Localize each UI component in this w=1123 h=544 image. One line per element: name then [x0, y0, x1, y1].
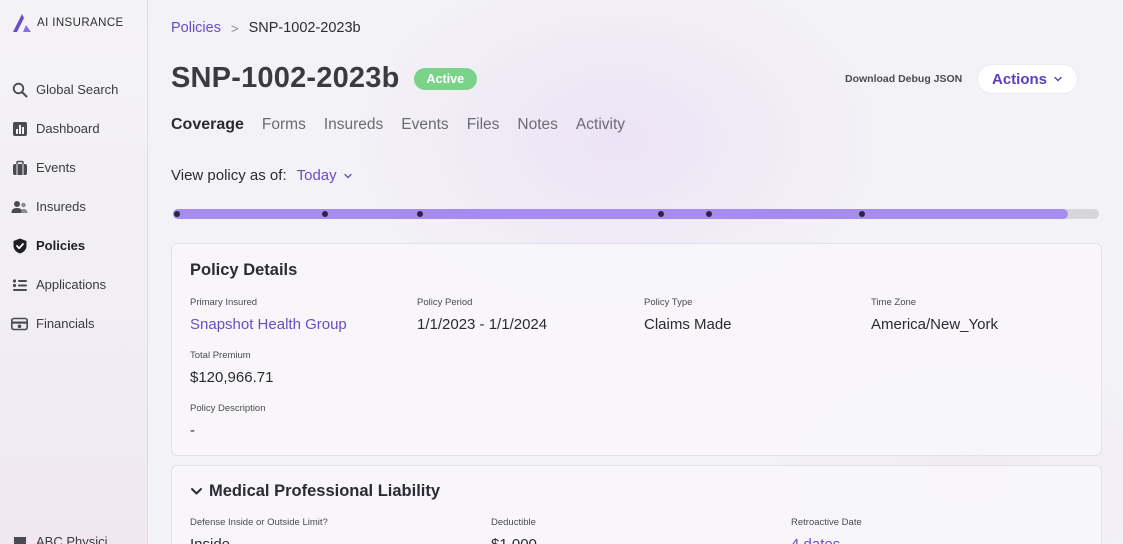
tab-notes[interactable]: Notes — [517, 116, 558, 134]
sidebar: AI INSURANCE Global Search Dashboard Eve… — [0, 0, 148, 544]
sidebar-item-policies[interactable]: Policies — [0, 226, 148, 265]
actions-button[interactable]: Actions — [977, 64, 1078, 94]
policy-description-field: Policy Description - — [190, 403, 266, 439]
field-label: Retroactive Date — [791, 517, 862, 528]
sidebar-item-label: Applications — [36, 277, 107, 292]
mpl-title: Medical Professional Liability — [209, 482, 441, 500]
actions-label: Actions — [991, 70, 1047, 88]
timeline-event-marker[interactable] — [174, 211, 180, 217]
breadcrumb-policies-link[interactable]: Policies — [171, 20, 221, 36]
breadcrumb: Policies > SNP-1002-2023b — [171, 20, 361, 36]
field-value: $1,000 — [491, 536, 537, 544]
app-logo[interactable]: AI INSURANCE — [12, 13, 124, 33]
field-value: America/New_York — [871, 316, 998, 333]
field-label: Policy Period — [417, 297, 473, 308]
primary-insured-link[interactable]: Snapshot Health Group — [190, 316, 347, 333]
people-icon — [11, 198, 28, 215]
sidebar-item-label: Insureds — [36, 199, 86, 214]
list-icon — [11, 276, 28, 293]
search-icon — [11, 81, 28, 98]
breadcrumb-separator: > — [230, 20, 239, 36]
sidebar-item-applications[interactable]: Applications — [0, 265, 148, 304]
sidebar-item-account[interactable]: ABC Physici... — [11, 534, 118, 544]
defense-limit-field: Defense Inside or Outside Limit? Inside — [190, 517, 328, 544]
sidebar-item-events[interactable]: Events — [0, 148, 148, 187]
logo-mark-icon — [13, 14, 31, 32]
retroactive-dates-link[interactable]: 4 dates — [791, 536, 862, 544]
view-policy-as-of: View policy as of: Today — [171, 167, 353, 184]
field-label: Defense Inside or Outside Limit? — [190, 517, 328, 528]
field-label: Policy Description — [190, 403, 266, 414]
sidebar-item-label: Events — [36, 160, 76, 175]
chevron-down-icon — [343, 173, 352, 178]
deductible-field: Deductible $1,000 — [491, 517, 537, 544]
briefcase-icon — [11, 159, 28, 176]
tab-forms[interactable]: Forms — [262, 116, 306, 134]
chevron-down-icon — [1054, 76, 1062, 82]
sidebar-item-label: Global Search — [36, 82, 119, 97]
money-icon — [11, 315, 28, 332]
sidebar-nav: Global Search Dashboard Events Insureds … — [0, 70, 148, 343]
retroactive-date-field: Retroactive Date 4 dates — [791, 517, 862, 544]
tab-bar: Coverage Forms Insureds Events Files Not… — [171, 116, 625, 134]
view-as-date-select[interactable]: Today — [297, 167, 353, 184]
field-value: - — [190, 422, 195, 439]
timeline-progress-fill — [173, 209, 1069, 219]
field-value: $120,966.71 — [190, 369, 274, 386]
field-value: Claims Made — [644, 316, 732, 333]
mpl-collapse-toggle[interactable]: Medical Professional Liability — [190, 482, 440, 501]
policy-type-field: Policy Type Claims Made — [644, 297, 732, 333]
sidebar-item-financials[interactable]: Financials — [0, 304, 148, 343]
sidebar-item-global-search[interactable]: Global Search — [0, 70, 148, 109]
sidebar-item-dashboard[interactable]: Dashboard — [0, 109, 148, 148]
primary-insured-field: Primary Insured Snapshot Health Group — [190, 297, 347, 333]
policy-details-card: Policy Details Primary Insured Snapshot … — [171, 243, 1102, 456]
policy-period-field: Policy Period 1/1/2023 - 1/1/2024 — [417, 297, 547, 333]
sidebar-item-label: Policies — [36, 238, 86, 253]
tab-activity[interactable]: Activity — [576, 116, 625, 134]
field-label: Total Premium — [190, 350, 251, 361]
view-as-value: Today — [296, 167, 337, 184]
timeline-event-marker[interactable] — [416, 211, 423, 217]
sidebar-item-label: ABC Physici... — [36, 534, 119, 544]
field-value: Inside — [190, 536, 328, 544]
field-label: Time Zone — [871, 297, 917, 308]
view-as-label: View policy as of: — [171, 167, 287, 184]
chevron-down-icon — [191, 488, 202, 495]
mpl-coverage-card: Medical Professional Liability Defense I… — [171, 465, 1102, 544]
time-zone-field: Time Zone America/New_York — [871, 297, 998, 333]
sidebar-item-label: Dashboard — [36, 121, 100, 136]
building-icon — [11, 534, 28, 544]
tab-events[interactable]: Events — [401, 116, 448, 134]
bar-chart-icon — [11, 120, 28, 137]
total-premium-field: Total Premium $120,966.71 — [190, 350, 273, 386]
status-badge: Active — [413, 67, 478, 90]
sidebar-item-label: Financials — [36, 316, 95, 331]
field-label: Deductible — [491, 517, 536, 528]
logo-text: AI INSURANCE — [37, 17, 124, 29]
title-row: SNP-1002-2023b Active — [171, 62, 478, 95]
field-label: Primary Insured — [190, 297, 258, 308]
tab-insureds[interactable]: Insureds — [324, 116, 383, 134]
sidebar-item-insureds[interactable]: Insureds — [0, 187, 148, 226]
field-label: Policy Type — [644, 297, 693, 308]
breadcrumb-current: SNP-1002-2023b — [248, 20, 361, 36]
shield-check-icon — [11, 237, 28, 254]
policy-details-title: Policy Details — [190, 261, 298, 279]
page-title: SNP-1002-2023b — [171, 62, 400, 94]
field-value: 1/1/2023 - 1/1/2024 — [417, 316, 548, 333]
policy-timeline[interactable] — [173, 209, 1099, 219]
tab-files[interactable]: Files — [467, 116, 500, 134]
tab-coverage[interactable]: Coverage — [171, 116, 244, 134]
download-debug-json-link[interactable]: Download Debug JSON — [845, 73, 962, 85]
main-content: Policies > SNP-1002-2023b SNP-1002-2023b… — [148, 0, 1123, 544]
